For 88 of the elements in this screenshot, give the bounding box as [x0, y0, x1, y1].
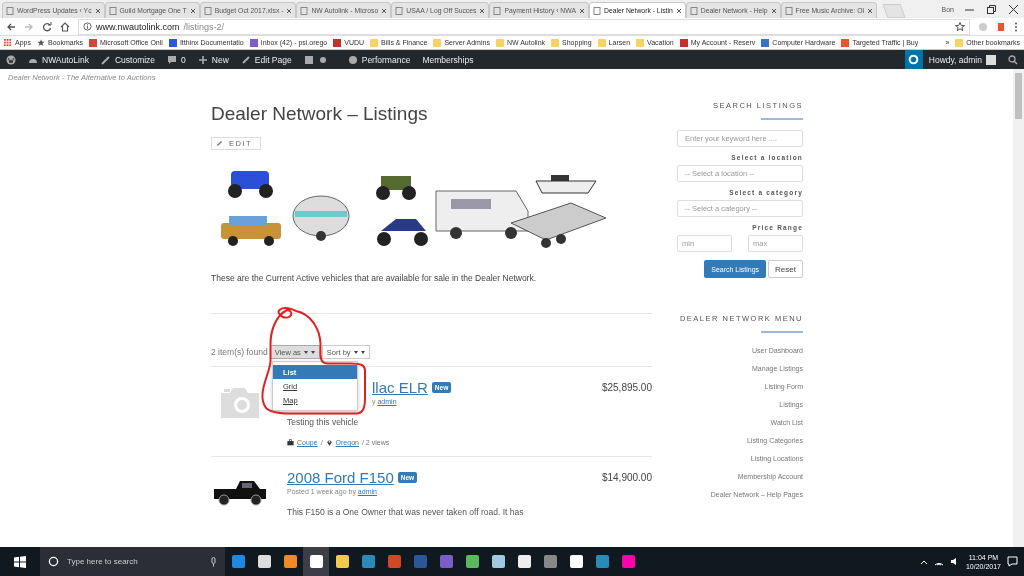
restore-icon[interactable]	[986, 4, 996, 14]
howdy-user-link[interactable]: Howdy, admin	[928, 54, 982, 65]
folder-icon	[433, 38, 442, 47]
listing-price: $25,895.00	[601, 382, 652, 393]
folder-icon	[636, 38, 645, 47]
listing-title-link[interactable]: llac ELR	[372, 379, 428, 396]
tab-favicon-icon	[689, 6, 698, 15]
taskbar-app-icon[interactable]	[309, 555, 323, 568]
tab-favicon-icon	[108, 6, 117, 15]
brush-icon	[100, 54, 111, 65]
tab-favicon-icon	[203, 6, 212, 15]
folder-icon	[495, 38, 504, 47]
site-favicon-icon	[761, 38, 770, 47]
address-bar[interactable]: www.nwautolink.com /listings-2/	[78, 18, 970, 35]
close-icon[interactable]	[1008, 4, 1018, 14]
search-icon[interactable]	[1008, 54, 1018, 65]
search-circle-icon	[48, 556, 59, 567]
map-pin-icon	[325, 439, 333, 446]
close-icon[interactable]	[675, 7, 682, 14]
site-favicon-icon	[679, 38, 688, 47]
menu-icon[interactable]	[1014, 21, 1018, 32]
camera-placeholder-icon	[218, 387, 262, 419]
plus-icon	[197, 54, 208, 65]
admin-bar-link[interactable]: New	[211, 54, 229, 65]
status-dot-icon[interactable]	[317, 54, 328, 65]
taskbar-app-icon[interactable]	[335, 555, 349, 568]
folder-icon	[955, 38, 964, 47]
apps-grid-icon	[4, 38, 12, 47]
admin-bar-link[interactable]: NWAutoLink	[42, 54, 89, 65]
close-icon[interactable]	[189, 7, 196, 14]
listing-price: $14,900.00	[601, 472, 652, 483]
site-favicon-icon	[168, 38, 177, 47]
admin-bar-link[interactable]: Edit Page	[254, 54, 292, 65]
avatar-icon[interactable]	[986, 54, 996, 65]
tab-favicon-icon	[592, 6, 601, 15]
listing-title-link[interactable]: 2008 Ford F150	[287, 469, 394, 486]
page-title: Dealer Network – Listings	[211, 103, 429, 125]
site-favicon-icon	[89, 38, 97, 47]
taskbar-app-icon[interactable]	[257, 555, 271, 568]
admin-bar-link[interactable]: Memberships	[422, 54, 474, 65]
close-icon[interactable]	[866, 7, 873, 14]
home-icon[interactable]	[60, 21, 70, 32]
site-favicon-icon	[841, 38, 850, 47]
close-icon[interactable]	[770, 7, 777, 14]
microphone-icon	[210, 556, 217, 567]
taskbar-app-icon[interactable]	[491, 555, 505, 568]
site-favicon-icon	[333, 38, 342, 47]
pencil-icon	[216, 140, 223, 147]
close-icon[interactable]	[381, 7, 388, 14]
comment-icon	[167, 54, 178, 65]
taskbar-app-icon[interactable]	[465, 555, 479, 568]
tab-favicon-icon	[493, 6, 502, 15]
chevron-up-icon[interactable]	[919, 558, 928, 565]
windows-logo-icon[interactable]	[14, 555, 26, 568]
intro-text: These are the Current Active vehicles that are available for sale in the Dealer Network.	[211, 273, 538, 283]
scrollbar-thumb[interactable]	[1015, 73, 1022, 119]
taskbar-app-icon[interactable]	[569, 555, 583, 568]
back-arrow-icon[interactable]	[6, 21, 16, 32]
taskbar-search-field[interactable]: Type here to search	[40, 547, 225, 576]
reset-button[interactable]: Reset	[768, 260, 803, 278]
tab-favicon-icon	[6, 6, 14, 15]
site-favicon-icon	[249, 38, 258, 47]
folder-icon	[597, 38, 606, 47]
star-icon	[36, 38, 45, 47]
result-count: 2 item(s) found	[211, 347, 268, 357]
info-icon	[83, 22, 92, 31]
briefcase-icon	[287, 439, 294, 446]
pencil-icon	[240, 54, 251, 65]
reload-icon[interactable]	[42, 21, 52, 32]
close-icon[interactable]	[578, 7, 585, 14]
taskbar-app-icon[interactable]	[283, 555, 297, 568]
folder-icon	[551, 38, 560, 47]
notification-icon[interactable]	[1007, 556, 1018, 567]
close-icon[interactable]	[94, 7, 101, 14]
folder-icon	[370, 38, 379, 47]
lifebuoy-icon[interactable]	[908, 54, 920, 65]
admin-bar-link[interactable]: Customize	[114, 54, 156, 65]
close-icon[interactable]	[479, 7, 486, 14]
admin-bar-link[interactable]: Performance	[361, 54, 411, 65]
tab-favicon-icon	[300, 6, 309, 15]
listing-description: Testing this vehicle	[287, 417, 360, 427]
taskbar-app-icon[interactable]	[517, 555, 531, 568]
close-icon[interactable]	[286, 7, 293, 14]
tab-favicon-icon	[395, 6, 404, 15]
star-icon[interactable]	[955, 21, 965, 32]
listing-description: This F150 is a One Owner that was never taken off road. It has	[287, 507, 525, 517]
tab-favicon-icon	[784, 6, 793, 15]
comment-count[interactable]: 0	[181, 54, 186, 65]
